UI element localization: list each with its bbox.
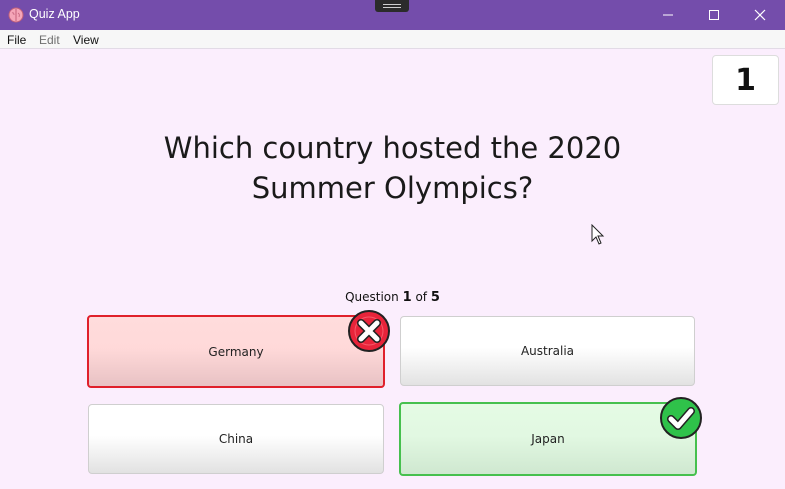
close-button[interactable] [737, 0, 783, 30]
wrong-x-icon [348, 310, 390, 352]
minimize-icon [663, 14, 673, 16]
answer-button-2[interactable]: Australia [400, 316, 695, 386]
maximize-icon [709, 10, 719, 20]
counter-total: 5 [430, 290, 440, 305]
drag-handle[interactable] [375, 0, 409, 12]
mouse-cursor-icon [591, 224, 605, 245]
question-text: Which country hosted the 2020 Summer Oly… [163, 131, 622, 205]
answer-button-4[interactable]: Japan [399, 402, 697, 476]
counter-of: of [415, 290, 428, 304]
menu-view[interactable]: View [73, 33, 99, 47]
counter-current: 1 [402, 290, 412, 305]
brain-icon [8, 7, 24, 23]
counter-prefix: Question [345, 290, 399, 304]
window-title: Quiz App [29, 7, 80, 21]
correct-check-icon [660, 397, 702, 439]
menu-edit[interactable]: Edit [39, 33, 60, 47]
answer-label: China [218, 432, 254, 446]
title-bar[interactable]: Quiz App [0, 0, 785, 30]
close-icon [754, 9, 766, 21]
answer-button-1[interactable]: Germany [87, 315, 385, 388]
score-display: 1 [712, 55, 779, 105]
maximize-button[interactable] [691, 0, 737, 30]
menu-file[interactable]: File [7, 33, 26, 47]
minimize-button[interactable] [645, 0, 691, 30]
answer-label: Germany [208, 344, 264, 359]
menu-bar: File Edit View [0, 30, 785, 49]
answer-label: Australia [520, 344, 575, 358]
question-counter: Question 1 of 5 [250, 290, 535, 305]
answer-label: Japan [531, 432, 565, 446]
answer-button-3[interactable]: China [88, 404, 384, 474]
